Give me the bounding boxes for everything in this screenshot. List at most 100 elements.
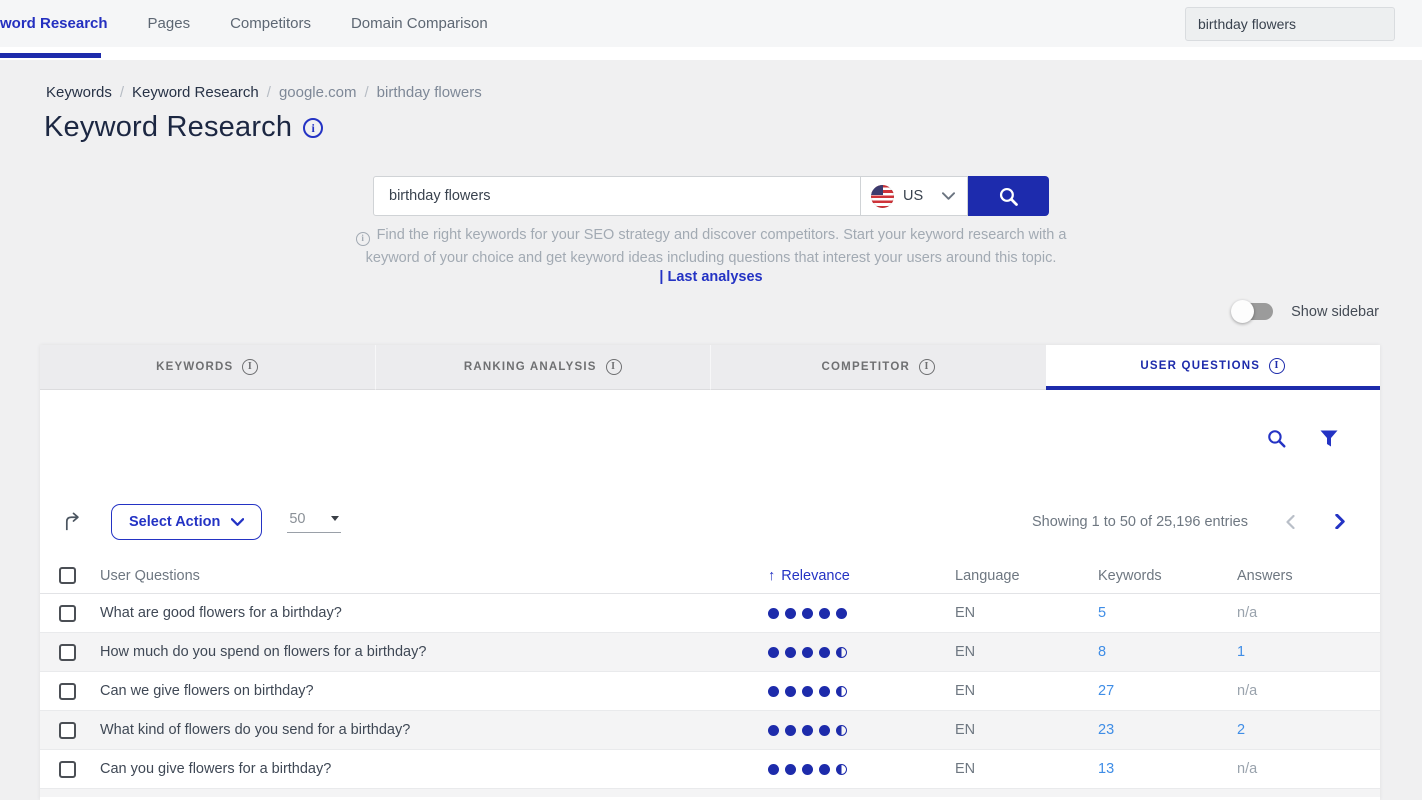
last-analyses-link[interactable]: | Last analyses: [659, 269, 762, 285]
breadcrumb-google-com[interactable]: google.com: [279, 84, 357, 101]
relevance-dot: [819, 608, 830, 619]
keywords-count-link[interactable]: 13: [1098, 761, 1114, 777]
keywords-count-link[interactable]: 5: [1098, 605, 1106, 621]
keywords-count-link[interactable]: 27: [1098, 683, 1114, 699]
relevance-dot: [836, 725, 847, 736]
relevance-dot: [768, 647, 779, 658]
tab-bar: Keywords Ranking Analysis Competitor Use…: [40, 345, 1380, 390]
relevance-dot: [785, 764, 796, 775]
relevance-dot: [836, 686, 847, 697]
info-icon: [356, 232, 370, 246]
sort-asc-icon: ↑: [768, 568, 775, 584]
search-button[interactable]: [968, 176, 1049, 216]
tab-info-icon[interactable]: [242, 359, 258, 375]
keyword-research-page: word Research Pages Competitors Domain C…: [0, 0, 1422, 800]
table-header-row: User Questions ↑ Relevance Language Keywo…: [40, 558, 1380, 594]
title-info-icon[interactable]: [303, 118, 323, 138]
pagination-next-icon[interactable]: [1335, 514, 1345, 529]
description-line-1: Find the right keywords for your SEO str…: [331, 224, 1091, 247]
relevance-dots: [768, 725, 955, 736]
select-all-checkbox[interactable]: [59, 567, 76, 584]
description-line-2: keyword of your choice and get keyword i…: [331, 247, 1091, 270]
breadcrumb-keyword-research[interactable]: Keyword Research: [132, 84, 259, 101]
keywords-count-link[interactable]: 23: [1098, 722, 1114, 738]
row-checkbox[interactable]: [59, 605, 76, 622]
header-user-questions: User Questions: [100, 568, 768, 584]
breadcrumb: Keywords / Keyword Research / google.com…: [46, 84, 482, 101]
show-sidebar-toggle[interactable]: [1233, 303, 1273, 320]
relevance-dot: [819, 647, 830, 658]
question-text: What are good flowers for a birthday?: [100, 605, 768, 621]
keywords-count-link[interactable]: 8: [1098, 644, 1106, 660]
header-relevance-label: Relevance: [781, 568, 850, 584]
active-nav-underline: [0, 53, 101, 58]
page-title: Keyword Research: [44, 111, 292, 144]
tab-user-questions[interactable]: User Questions: [1046, 345, 1381, 390]
chevron-down-icon: [231, 518, 244, 526]
table-row: Can we give flowers on birthday? EN 27 n…: [40, 672, 1380, 711]
table-row: What are good flowers for a birthday? EN…: [40, 594, 1380, 633]
breadcrumb-keywords[interactable]: Keywords: [46, 84, 112, 101]
search-description: Find the right keywords for your SEO str…: [331, 224, 1091, 269]
top-navbar: word Research Pages Competitors Domain C…: [0, 0, 1422, 47]
navbar-divider-strip: [0, 47, 1422, 60]
row-checkbox[interactable]: [59, 644, 76, 661]
page-size-select[interactable]: 50: [287, 511, 341, 533]
row-checkbox-cell: [40, 761, 100, 778]
filter-icon[interactable]: [1320, 430, 1338, 447]
toggle-knob: [1231, 300, 1254, 323]
tab-info-icon[interactable]: [919, 359, 935, 375]
table-body: What are good flowers for a birthday? EN…: [40, 594, 1380, 789]
country-select[interactable]: US: [861, 176, 968, 216]
answers-value[interactable]: 2: [1237, 722, 1245, 738]
results-card: Keywords Ranking Analysis Competitor Use…: [40, 345, 1380, 800]
answers-value: n/a: [1237, 761, 1257, 777]
relevance-dot: [785, 647, 796, 658]
keyword-search-input[interactable]: [373, 176, 861, 216]
relevance-dot: [802, 725, 813, 736]
top-nav-items: word Research Pages Competitors Domain C…: [0, 15, 488, 32]
header-keywords[interactable]: Keywords: [1098, 568, 1237, 584]
breadcrumb-separator: /: [365, 84, 369, 101]
breadcrumb-separator: /: [120, 84, 124, 101]
relevance-dot: [768, 686, 779, 697]
tab-label: User Questions: [1140, 360, 1260, 372]
relevance-dot: [802, 686, 813, 697]
page-size-value: 50: [289, 511, 305, 527]
relevance-dot: [836, 608, 847, 619]
row-checkbox[interactable]: [59, 722, 76, 739]
tab-keywords[interactable]: Keywords: [40, 345, 375, 390]
topbar-search-input[interactable]: [1185, 7, 1395, 41]
select-action-button[interactable]: Select Action: [111, 504, 262, 540]
tab-info-icon[interactable]: [1269, 358, 1285, 374]
nav-item-pages[interactable]: Pages: [148, 15, 191, 32]
answers-value[interactable]: 1: [1237, 644, 1245, 660]
table-row: What kind of flowers do you send for a b…: [40, 711, 1380, 750]
relevance-dot: [768, 725, 779, 736]
show-sidebar-row: Show sidebar: [1233, 303, 1379, 320]
description-text-1: Find the right keywords for your SEO str…: [377, 227, 1067, 243]
tab-ranking-analysis[interactable]: Ranking Analysis: [375, 345, 711, 390]
tab-competitor[interactable]: Competitor: [710, 345, 1046, 390]
nav-item-keyword-research[interactable]: word Research: [0, 15, 108, 32]
nav-item-domain-comparison[interactable]: Domain Comparison: [351, 15, 488, 32]
relevance-dot: [785, 725, 796, 736]
relevance-dot: [819, 725, 830, 736]
question-text: What kind of flowers do you send for a b…: [100, 722, 768, 738]
table-tools: [1266, 428, 1338, 449]
header-answers[interactable]: Answers: [1237, 568, 1380, 584]
question-text: How much do you spend on flowers for a b…: [100, 644, 768, 660]
question-text: Can we give flowers on birthday?: [100, 683, 768, 699]
table-search-icon[interactable]: [1266, 428, 1287, 449]
relevance-dots: [768, 608, 955, 619]
row-checkbox[interactable]: [59, 761, 76, 778]
tab-info-icon[interactable]: [606, 359, 622, 375]
nav-item-competitors[interactable]: Competitors: [230, 15, 311, 32]
pagination-prev-icon[interactable]: [1286, 515, 1295, 529]
header-relevance[interactable]: ↑ Relevance: [768, 568, 955, 584]
table-row: How much do you spend on flowers for a b…: [40, 633, 1380, 672]
relevance-dot: [802, 764, 813, 775]
row-checkbox[interactable]: [59, 683, 76, 700]
header-language[interactable]: Language: [955, 568, 1098, 584]
export-icon[interactable]: [63, 511, 84, 532]
